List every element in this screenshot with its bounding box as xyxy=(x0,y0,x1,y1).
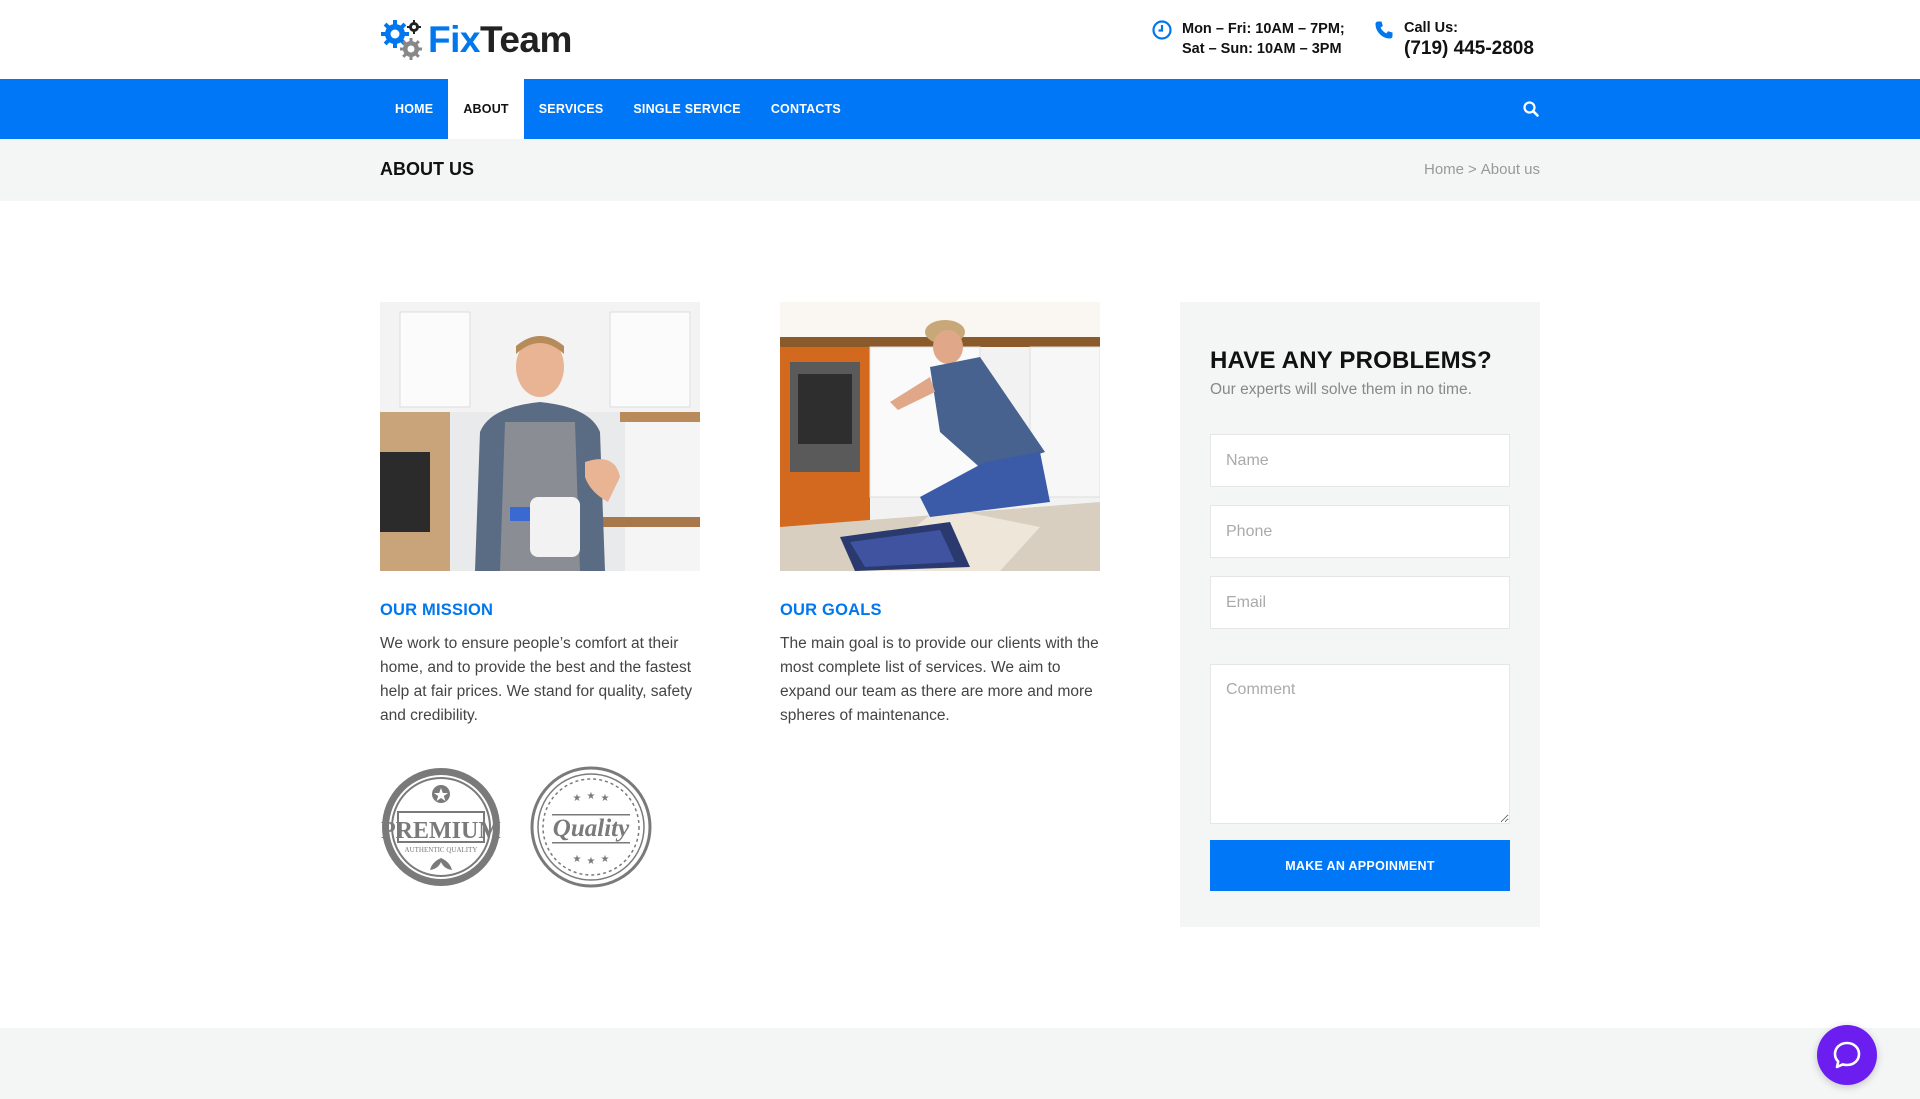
svg-text:★: ★ xyxy=(573,793,582,804)
form-title: HAVE ANY PROBLEMS? xyxy=(1210,347,1492,374)
badges: PREMIUM AUTHENTIC QUALITY ★ ★ ★ Quality … xyxy=(380,766,652,888)
clock-icon xyxy=(1152,20,1172,40)
make-appointment-button[interactable]: MAKE AN APPOINMENT xyxy=(1210,840,1510,891)
hours-weekend: Sat – Sun: 10AM – 3PM xyxy=(1182,41,1342,57)
name-field[interactable] xyxy=(1210,434,1510,487)
svg-text:★: ★ xyxy=(601,854,610,865)
nav-item-about[interactable]: ABOUT xyxy=(448,79,524,139)
premium-badge: PREMIUM AUTHENTIC QUALITY xyxy=(380,766,502,888)
appointment-form: HAVE ANY PROBLEMS? Our experts will solv… xyxy=(1180,302,1540,927)
goals-photo xyxy=(780,302,1100,571)
page-header: ABOUT US Home > About us xyxy=(0,139,1920,201)
phone-number[interactable]: (719) 445-2808 xyxy=(1404,38,1534,60)
hours-weekdays: Mon – Fri: 10AM – 7PM; xyxy=(1182,21,1345,37)
goals-title: OUR GOALS xyxy=(780,601,882,619)
svg-text:★: ★ xyxy=(573,854,582,865)
mission-title: OUR MISSION xyxy=(380,601,494,619)
page-title: ABOUT US xyxy=(380,159,474,179)
quality-badge-text: Quality xyxy=(553,815,630,842)
goals-column: OUR GOALS The main goal is to provide ou… xyxy=(780,302,1100,728)
premium-badge-text: PREMIUM xyxy=(381,818,501,844)
logo-fix: Fix xyxy=(428,19,480,60)
comment-field[interactable] xyxy=(1210,664,1510,824)
search-icon[interactable] xyxy=(1522,100,1540,118)
main-nav: HOME ABOUT SERVICES SINGLE SERVICE CONTA… xyxy=(380,79,856,139)
nav-item-single-service[interactable]: SINGLE SERVICE xyxy=(618,79,755,139)
logo[interactable]: FixTeam xyxy=(380,18,572,62)
logo-text: FixTeam xyxy=(428,19,572,61)
logo-team: Team xyxy=(479,19,572,60)
svg-text:★: ★ xyxy=(587,856,596,867)
nav-item-home[interactable]: HOME xyxy=(380,79,448,139)
opening-hours: Mon – Fri: 10AM – 7PM; Sat – Sun: 10AM –… xyxy=(1152,19,1345,59)
form-subtitle: Our experts will solve them in no time. xyxy=(1210,381,1472,398)
phone-icon xyxy=(1374,20,1394,40)
breadcrumb: Home > About us xyxy=(1424,161,1540,178)
mission-photo xyxy=(380,302,700,571)
phone-field[interactable] xyxy=(1210,505,1510,558)
mission-text: We work to ensure people’s comfort at th… xyxy=(380,635,693,724)
mission-column: OUR MISSION We work to ensure people’s c… xyxy=(380,302,700,728)
breadcrumb-separator: > xyxy=(1468,161,1477,178)
premium-badge-subtext: AUTHENTIC QUALITY xyxy=(405,846,478,854)
email-field[interactable] xyxy=(1210,576,1510,629)
nav-item-services[interactable]: SERVICES xyxy=(524,79,619,139)
call-us[interactable]: Call Us: (719) 445-2808 xyxy=(1374,19,1534,60)
breadcrumb-current: About us xyxy=(1480,161,1540,178)
goals-text: The main goal is to provide our clients … xyxy=(780,635,1099,724)
gears-icon xyxy=(380,18,424,62)
chat-icon[interactable] xyxy=(1817,1025,1877,1085)
top-header: FixTeam Mon – Fri: 10AM – 7PM; Sat – Sun… xyxy=(0,0,1920,79)
svg-text:★: ★ xyxy=(587,791,596,802)
breadcrumb-home[interactable]: Home xyxy=(1424,161,1464,178)
main-navbar: HOME ABOUT SERVICES SINGLE SERVICE CONTA… xyxy=(0,79,1920,139)
call-label: Call Us: xyxy=(1404,20,1458,36)
svg-text:★: ★ xyxy=(601,793,610,804)
footer-band xyxy=(0,1028,1920,1099)
nav-item-contacts[interactable]: CONTACTS xyxy=(756,79,856,139)
quality-badge: ★ ★ ★ Quality ★ ★ ★ xyxy=(530,766,652,888)
